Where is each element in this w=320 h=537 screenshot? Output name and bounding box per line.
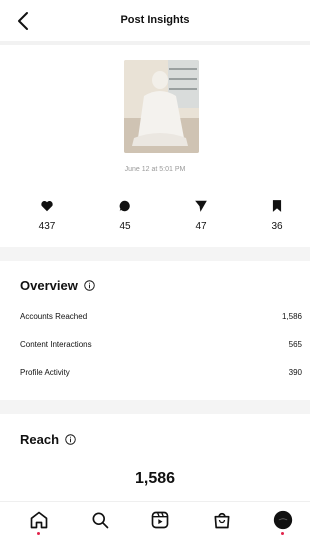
shop-icon[interactable] bbox=[212, 510, 232, 530]
comment-icon bbox=[119, 200, 130, 212]
post-date: June 12 at 5:01 PM bbox=[124, 166, 186, 173]
content-interactions-row[interactable]: Content Interactions 565 bbox=[20, 340, 302, 349]
share-icon bbox=[195, 200, 207, 212]
reels-icon[interactable] bbox=[150, 510, 170, 530]
likes-stat: 437 bbox=[27, 199, 67, 232]
content-interactions-label: Content Interactions bbox=[20, 340, 92, 349]
bottom-nav bbox=[0, 501, 310, 537]
page-title: Post Insights bbox=[120, 14, 190, 26]
info-icon[interactable] bbox=[84, 280, 95, 291]
profile-avatar-icon[interactable] bbox=[273, 510, 293, 530]
comments-stat: 45 bbox=[105, 199, 145, 232]
post-thumbnail-image bbox=[124, 60, 199, 153]
profile-activity-label: Profile Activity bbox=[20, 368, 70, 377]
section-separator bbox=[0, 400, 310, 414]
section-separator bbox=[0, 247, 310, 261]
heart-icon bbox=[41, 201, 53, 212]
shares-count: 47 bbox=[195, 221, 207, 232]
accounts-reached-value: 1,586 bbox=[281, 312, 302, 321]
reach-count: 1,586 bbox=[134, 470, 176, 487]
reach-title: Reach bbox=[20, 432, 76, 447]
saves-stat: 36 bbox=[257, 199, 297, 232]
accounts-reached-label: Accounts Reached bbox=[20, 312, 88, 321]
content-interactions-value: 565 bbox=[288, 340, 302, 349]
saves-count: 36 bbox=[271, 221, 283, 232]
search-icon[interactable] bbox=[90, 510, 110, 530]
profile-activity-row[interactable]: Profile Activity 390 bbox=[20, 368, 302, 377]
home-icon[interactable] bbox=[29, 510, 49, 530]
overview-title-text: Overview bbox=[20, 278, 78, 293]
shares-stat: 47 bbox=[181, 199, 221, 232]
post-thumbnail[interactable] bbox=[124, 60, 199, 153]
bookmark-icon bbox=[272, 200, 282, 212]
home-notification-dot bbox=[37, 532, 40, 535]
comments-count: 45 bbox=[119, 221, 131, 232]
profile-notification-dot bbox=[281, 532, 284, 535]
accounts-reached-row[interactable]: Accounts Reached 1,586 bbox=[20, 312, 302, 321]
info-icon[interactable] bbox=[65, 434, 76, 445]
likes-count: 437 bbox=[38, 221, 56, 232]
reach-title-text: Reach bbox=[20, 432, 60, 447]
header: Post Insights bbox=[0, 0, 310, 42]
overview-title: Overview bbox=[20, 278, 95, 293]
profile-activity-value: 390 bbox=[288, 368, 302, 377]
header-divider bbox=[0, 41, 310, 45]
